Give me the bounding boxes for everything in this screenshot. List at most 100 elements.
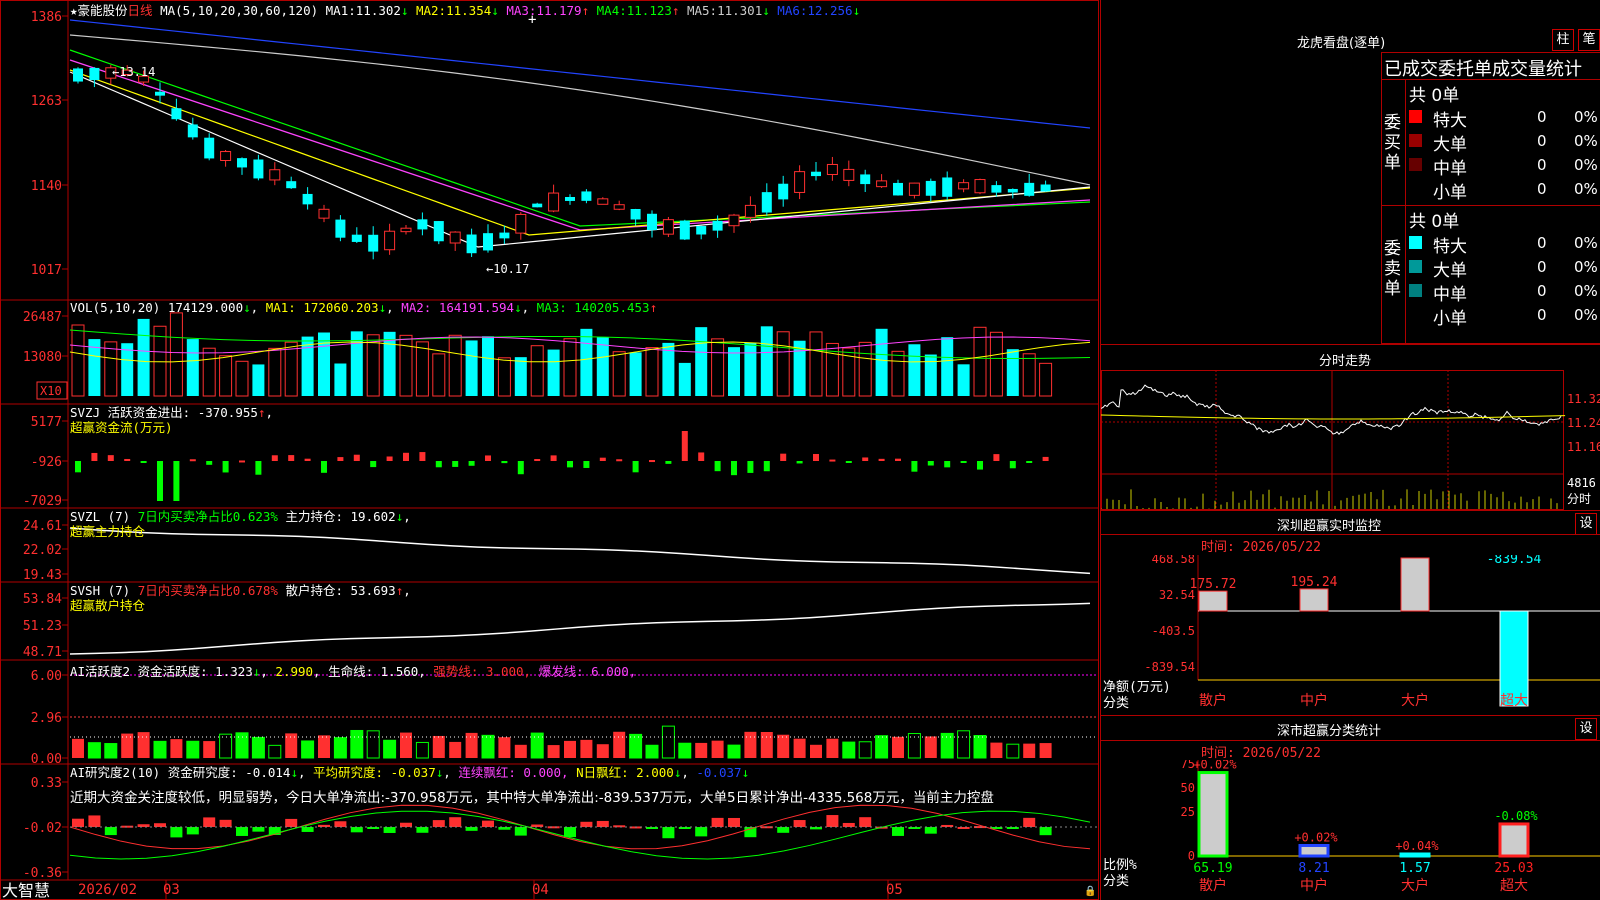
candle-down xyxy=(893,182,903,196)
monitor-bar-label: 175.72 xyxy=(1190,577,1237,592)
svsh-axis-label: 53.84 xyxy=(23,592,62,607)
candle-up xyxy=(400,227,412,233)
lock-icon[interactable]: 🔒 xyxy=(1084,885,1096,897)
svzj-bar xyxy=(649,460,655,463)
volume-bar xyxy=(219,355,233,397)
volume-bar xyxy=(875,328,888,396)
order-count: 0 xyxy=(1537,258,1547,276)
ai1-bar xyxy=(514,744,527,758)
svzj-bar xyxy=(353,454,360,461)
order-row: 中单 0 0% xyxy=(1409,153,1600,179)
order-row: 大单 0 0% xyxy=(1409,129,1600,155)
ai1-bar xyxy=(219,733,233,759)
monitor-category: 散户 xyxy=(1199,692,1227,709)
price-axis-label: 1263 xyxy=(31,94,62,109)
ma-number: 11.354 xyxy=(446,3,492,18)
candle-down xyxy=(187,124,198,138)
order-stats-header: 已成交委托单成交量统计 xyxy=(1384,59,1582,80)
ai2-bar xyxy=(711,817,724,827)
svzj-bar xyxy=(747,461,754,473)
ai1-bar xyxy=(137,732,150,758)
volume-bar xyxy=(334,363,347,396)
ai1-bar xyxy=(72,738,84,758)
timeline-label: 04 xyxy=(532,882,549,898)
candle-down xyxy=(860,174,871,185)
svzj-bar xyxy=(485,455,491,461)
svzj-bar xyxy=(124,458,131,461)
svzj-bar xyxy=(599,457,606,461)
svzj-bar xyxy=(255,461,262,475)
volume-bar xyxy=(957,364,970,396)
svzj-bar xyxy=(321,461,327,473)
volume-bar xyxy=(891,350,905,397)
ai2-bar xyxy=(203,817,216,827)
volume-bar xyxy=(399,334,413,397)
ai1-bar xyxy=(400,732,412,758)
ai1-arrow: ↓ xyxy=(252,664,261,679)
intraday-vol-label: 4816 xyxy=(1567,476,1596,490)
ma-values: MA1:11.302↓ MA2:11.354↓ MA3:11.179↑ MA4:… xyxy=(326,3,860,18)
volume-bar xyxy=(169,312,183,397)
classify-delta: +0.02% xyxy=(1294,830,1338,844)
ma-label: MA(5,10,20,30,60,120) xyxy=(160,3,319,18)
ai2-bars xyxy=(69,804,1091,860)
monitor-category: 大户 xyxy=(1401,692,1429,709)
svzj-bar xyxy=(403,452,409,461)
sell-rows: 特大 0 0% 大单 0 0% 中单 0 0% 小单 0 0% xyxy=(1409,231,1600,329)
classify-bar xyxy=(1197,771,1229,858)
ai1-bar xyxy=(596,744,609,758)
ai2-bar xyxy=(580,821,593,827)
ai2-bar xyxy=(104,827,117,836)
classify-delta: +0.04% xyxy=(1395,839,1439,853)
monitor-bar xyxy=(1198,590,1228,612)
volume-bar xyxy=(1022,353,1036,397)
svsh-title: 超赢散户持仓 xyxy=(70,598,146,613)
ai2-bar xyxy=(826,815,839,827)
monitor-settings-button[interactable]: 设 xyxy=(1575,513,1597,535)
ai2-bar xyxy=(695,827,708,837)
volume-bar xyxy=(514,357,527,396)
tick-mode-button[interactable]: 笔 xyxy=(1578,29,1600,51)
ai2-axis-label: -0.36 xyxy=(23,866,62,881)
ai1-strong: 强势线: 3.000, xyxy=(433,664,532,679)
ai1-bar xyxy=(793,738,806,758)
price-high-mark: ←13.14 xyxy=(112,65,155,79)
volume-bar xyxy=(744,342,757,396)
monitor-category: 超大 xyxy=(1500,693,1528,709)
candle-down xyxy=(351,234,362,242)
monitor-bar xyxy=(1400,557,1430,612)
intraday-chart[interactable]: 11.32 11.24 11.16 4816 分时 xyxy=(1101,370,1600,510)
order-type: 中单 xyxy=(1433,285,1467,305)
ai2-bar xyxy=(842,822,855,827)
ai2-bar xyxy=(465,827,478,831)
ai1-bar xyxy=(842,741,856,759)
svsh-header: SVSH (7) 7日内买卖净占比0.678% 散户持仓: 53.693↑, 超… xyxy=(70,583,411,613)
stock-name[interactable]: ★豪能股份 xyxy=(70,3,128,18)
candle-down xyxy=(499,232,510,239)
svzj-bar xyxy=(829,459,836,462)
svzj-bar xyxy=(419,452,426,461)
candle-up xyxy=(384,230,396,251)
vol-ma2-arrow: ↓ xyxy=(514,300,522,315)
bar-mode-button[interactable]: 柱 xyxy=(1552,29,1574,51)
svzj-bar xyxy=(75,461,81,473)
svzj-bar xyxy=(977,461,983,470)
classify-settings-button[interactable]: 设 xyxy=(1575,718,1597,740)
price-low-mark: ←10.17 xyxy=(486,262,529,276)
candlesticks[interactable] xyxy=(73,64,1051,260)
period-label[interactable]: 日线 xyxy=(128,3,153,18)
intraday-lines xyxy=(1101,384,1566,509)
sell-orders-label: 委卖单 xyxy=(1384,239,1401,299)
ai1-axis-label: 2.96 xyxy=(31,711,62,726)
order-stats-box: 已成交委托单成交量统计 委买单 委卖单 共 0单 共 0单 特大 0 0% 大单 0 0%… xyxy=(1381,52,1600,344)
volume-bar xyxy=(202,347,216,397)
ai2-bar xyxy=(892,827,904,836)
volume-bar xyxy=(121,343,134,396)
ai1-bar xyxy=(727,744,741,759)
candle-up xyxy=(843,168,855,181)
order-pct: 0% xyxy=(1574,180,1598,198)
ma-arrow: ↑ xyxy=(671,3,680,18)
svzj-bar xyxy=(1042,456,1049,461)
classify-bars: +0.02% 65.19 +0.02% 8.21 +0.04% 1.57 -0.08% 25.… xyxy=(1193,760,1538,876)
ai2-bar xyxy=(514,827,527,836)
